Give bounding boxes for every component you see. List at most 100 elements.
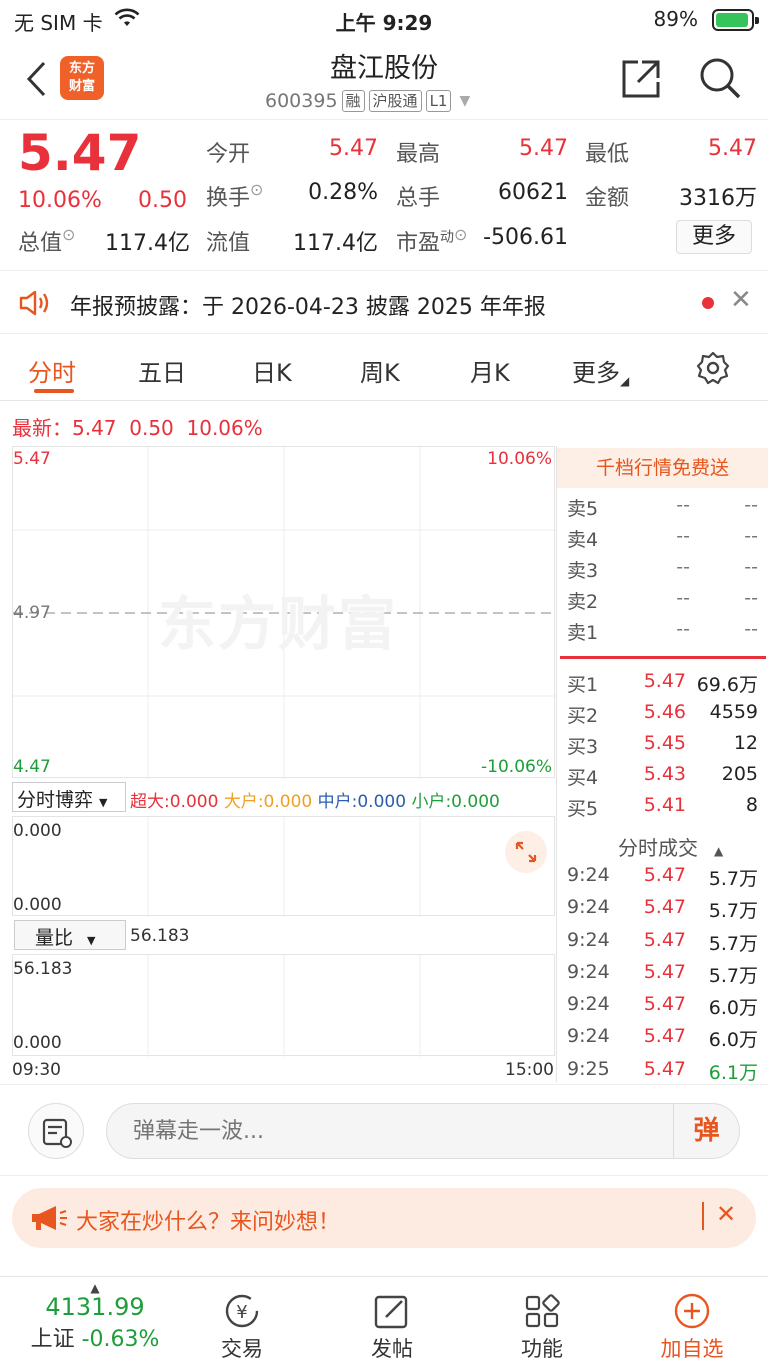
stat-high: 最高 5.47	[396, 136, 568, 167]
tag-level: L1	[425, 90, 452, 112]
stock-header: 东方财富 盘江股份 600395 融 沪股通 L1 ▼	[0, 40, 768, 120]
fund-axis-top: 0.000	[13, 821, 62, 841]
buy-level-1: 买1 5.47 69.6万	[567, 670, 758, 696]
battery-icon	[712, 9, 759, 31]
tag-connect: 沪股通	[368, 90, 422, 112]
danmaku-settings-icon	[42, 1118, 72, 1148]
tab-day-k[interactable]: 日K	[252, 353, 292, 388]
divider	[556, 446, 557, 1082]
tag-margin: 融	[341, 90, 365, 112]
nav-post[interactable]: 发帖	[342, 1293, 442, 1363]
danmaku-input[interactable]	[133, 1116, 653, 1146]
buy-level-4: 买4 5.43 205	[567, 763, 758, 789]
danmaku-settings-button[interactable]	[28, 1103, 84, 1159]
close-icon[interactable]: ✕	[730, 285, 752, 315]
tab-week-k[interactable]: 周K	[360, 353, 400, 388]
status-bar: 无 SIM 卡 上午 9:29 89%	[0, 0, 768, 40]
trade-row: 9:24 5.47 5.7万	[567, 961, 758, 987]
pct-axis-bottom: -10.06%	[481, 757, 552, 777]
stat-open: 今开 5.47	[206, 136, 378, 167]
ask-text: 大家在炒什么？来问妙想！	[76, 1210, 341, 1235]
search-icon[interactable]	[698, 56, 742, 100]
trade-row: 9:24 5.47 5.7万	[567, 929, 758, 955]
danmaku-send-button[interactable]: 弹	[673, 1104, 739, 1158]
bottom-nav: ▲ 4131.99 上证 -0.63% ¥ 交易 发帖 功能 加自选	[0, 1276, 768, 1366]
legend-large: 大户:0.000	[223, 792, 313, 812]
pct-axis-top: 10.06%	[487, 449, 552, 469]
sell-level-1: 卖1 -- --	[567, 618, 758, 644]
change-amount: 0.50	[138, 188, 187, 213]
grid-icon	[525, 1294, 560, 1328]
volume-ratio-value: 56.183	[130, 926, 190, 946]
sell-level-5: 卖5 -- --	[567, 494, 758, 520]
info-icon: ⊙	[454, 225, 468, 244]
change-percent: 10.06%	[18, 188, 102, 213]
stat-float-cap: 流值 117.4亿	[206, 231, 378, 256]
speaker-icon	[19, 290, 49, 316]
fund-flow-legend: 超大:0.000 大户:0.000 中户:0.000 小户:0.000	[130, 787, 500, 812]
fund-axis-bottom: 0.000	[13, 895, 62, 915]
volume-ratio-chart[interactable]: 56.183 0.000	[12, 954, 555, 1057]
y-axis-top: 5.47	[13, 449, 51, 469]
svg-text:¥: ¥	[236, 1302, 247, 1323]
trades-header[interactable]: 分时成交 ▲	[618, 832, 723, 861]
promo-banner[interactable]: 千档行情免费送	[557, 448, 768, 488]
tab-month-k[interactable]: 月K	[470, 353, 510, 388]
expand-button[interactable]	[505, 831, 547, 873]
intraday-chart[interactable]: 东方财富 5.47 4.97 4.47 10.06% -10.06%	[12, 446, 556, 779]
volume-ratio-selector[interactable]: 量比 ▼	[14, 920, 126, 950]
battery-percent: 89%	[653, 7, 698, 31]
fund-flow-chart[interactable]: 0.000 0.000	[12, 816, 555, 917]
stat-market-cap: 总值⊙ 117.4亿	[18, 225, 190, 256]
ratio-axis-bottom: 0.000	[13, 1033, 62, 1053]
ask-banner[interactable]: 大家在炒什么？来问妙想！ ✕	[12, 1188, 756, 1248]
stat-turnover: 换手⊙ 0.28%	[206, 180, 378, 211]
sell-level-4: 卖4 -- --	[567, 525, 758, 551]
annual-report-notice[interactable]: 年报预披露：于 2026-04-23 披露 2025 年年报 ✕	[0, 270, 768, 334]
stat-volume: 总手 60621	[396, 180, 568, 211]
unread-dot	[702, 297, 714, 309]
info-icon: ⊙	[250, 180, 264, 199]
stock-code-line[interactable]: 600395 融 沪股通 L1 ▼	[265, 90, 470, 112]
dropdown-caret-icon: ▼	[459, 93, 471, 109]
legend-small: 小户:0.000	[411, 792, 500, 812]
comment-bar: 弹	[0, 1084, 768, 1176]
buy-level-2: 买2 5.46 4559	[567, 701, 758, 727]
fund-flow-selector[interactable]: 分时博弈 ▼	[12, 782, 126, 812]
sell-level-2: 卖2 -- --	[567, 587, 758, 613]
time-axis-end: 15:00	[505, 1060, 554, 1080]
nav-add-watchlist[interactable]: 加自选	[642, 1293, 742, 1363]
tab-more[interactable]: 更多◢	[572, 353, 629, 388]
add-circle-icon	[674, 1293, 710, 1329]
nav-functions[interactable]: 功能	[492, 1293, 592, 1363]
legend-medium: 中户:0.000	[317, 792, 407, 812]
spread-divider	[560, 656, 766, 659]
trade-row: 9:24 5.47 6.0万	[567, 1025, 758, 1051]
stat-low: 最低 5.47	[585, 136, 757, 167]
stat-pe: 市盈动⊙ -506.61	[396, 225, 568, 256]
tab-five-day[interactable]: 五日	[138, 353, 186, 388]
gear-icon[interactable]	[696, 351, 730, 385]
megaphone-icon	[32, 1206, 67, 1230]
tab-intraday[interactable]: 分时	[28, 353, 76, 388]
share-icon[interactable]	[620, 58, 662, 100]
index-ticker[interactable]: ▲ 4131.99 上证 -0.63%	[20, 1281, 170, 1353]
nav-trade[interactable]: ¥ 交易	[192, 1293, 292, 1363]
y-axis-mid: 4.97	[13, 603, 51, 623]
index-value: 4131.99	[45, 1293, 145, 1321]
latest-quote-line: 最新：5.47 0.50 10.06%	[12, 416, 263, 440]
watermark-logo: 东方财富	[158, 590, 399, 658]
legend-super: 超大:0.000	[130, 792, 219, 812]
buy-level-5: 买5 5.41 8	[567, 794, 758, 820]
time-axis-start: 09:30	[12, 1060, 61, 1080]
trade-row: 9:24 5.47 5.7万	[567, 864, 758, 890]
edit-icon	[374, 1295, 408, 1329]
y-axis-bottom: 4.47	[13, 757, 51, 777]
current-price: 5.47	[18, 124, 142, 182]
more-stats-button[interactable]: 更多	[676, 220, 752, 254]
close-icon[interactable]: ✕	[716, 1200, 736, 1228]
tab-underline	[34, 389, 74, 393]
stat-amount: 金额 3316万	[585, 186, 757, 211]
chart-tabs: 分时 五日 日K 周K 月K 更多◢	[0, 335, 768, 401]
trade-icon: ¥	[225, 1294, 259, 1328]
